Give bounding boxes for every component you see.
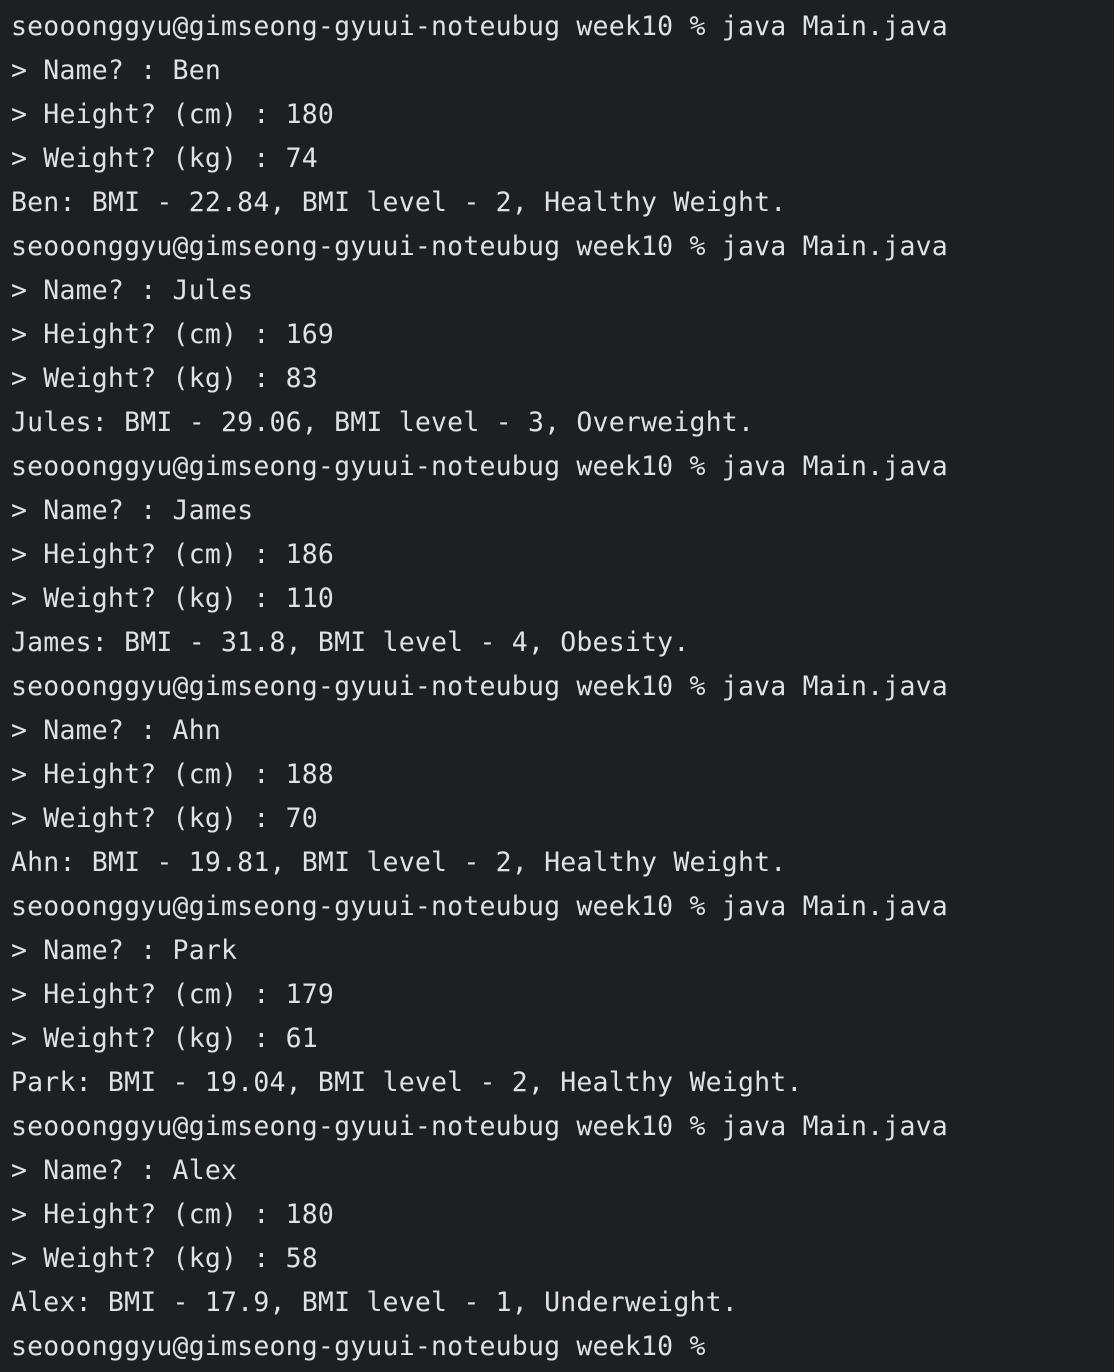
height-input-line: > Height? (cm) : 188 bbox=[11, 759, 335, 790]
prompt-line: seooonggyu@gimseong-gyuui-noteubug week1… bbox=[11, 11, 948, 42]
prompt-line: seooonggyu@gimseong-gyuui-noteubug week1… bbox=[11, 891, 948, 922]
prompt-line: seooonggyu@gimseong-gyuui-noteubug week1… bbox=[11, 1111, 948, 1142]
weight-input-line: > Weight? (kg) : 61 bbox=[11, 1023, 318, 1054]
name-input-line: > Name? : Jules bbox=[11, 275, 254, 306]
height-input-line: > Height? (cm) : 180 bbox=[11, 1199, 335, 1230]
height-input-line: > Height? (cm) : 186 bbox=[11, 539, 335, 570]
height-input-line: > Height? (cm) : 179 bbox=[11, 979, 335, 1010]
name-input-line: > Name? : Alex bbox=[11, 1155, 238, 1186]
name-input-line: > Name? : Ben bbox=[11, 55, 222, 86]
weight-input-line: > Weight? (kg) : 110 bbox=[11, 583, 335, 614]
name-input-line: > Name? : Park bbox=[11, 935, 238, 966]
bmi-result-line: Alex: BMI - 17.9, BMI level - 1, Underwe… bbox=[11, 1287, 738, 1318]
prompt-line: seooonggyu@gimseong-gyuui-noteubug week1… bbox=[11, 671, 948, 702]
bmi-result-line: Park: BMI - 19.04, BMI level - 2, Health… bbox=[11, 1067, 803, 1098]
name-input-line: > Name? : Ahn bbox=[11, 715, 222, 746]
height-input-line: > Height? (cm) : 180 bbox=[11, 99, 335, 130]
weight-input-line: > Weight? (kg) : 83 bbox=[11, 363, 318, 394]
weight-input-line: > Weight? (kg) : 70 bbox=[11, 803, 318, 834]
bmi-result-line: Ahn: BMI - 19.81, BMI level - 2, Healthy… bbox=[11, 847, 787, 878]
prompt-line: seooonggyu@gimseong-gyuui-noteubug week1… bbox=[11, 231, 948, 262]
terminal-output[interactable]: seooonggyu@gimseong-gyuui-noteubug week1… bbox=[0, 0, 1114, 1372]
prompt-line: seooonggyu@gimseong-gyuui-noteubug week1… bbox=[11, 451, 948, 482]
bmi-result-line: Ben: BMI - 22.84, BMI level - 2, Healthy… bbox=[11, 187, 787, 218]
bmi-result-line: James: BMI - 31.8, BMI level - 4, Obesit… bbox=[11, 627, 690, 658]
current-prompt-line[interactable]: seooonggyu@gimseong-gyuui-noteubug week1… bbox=[11, 1325, 1114, 1369]
bmi-result-line: Jules: BMI - 29.06, BMI level - 3, Overw… bbox=[11, 407, 755, 438]
height-input-line: > Height? (cm) : 169 bbox=[11, 319, 335, 350]
weight-input-line: > Weight? (kg) : 74 bbox=[11, 143, 318, 174]
name-input-line: > Name? : James bbox=[11, 495, 254, 526]
weight-input-line: > Weight? (kg) : 58 bbox=[11, 1243, 318, 1274]
